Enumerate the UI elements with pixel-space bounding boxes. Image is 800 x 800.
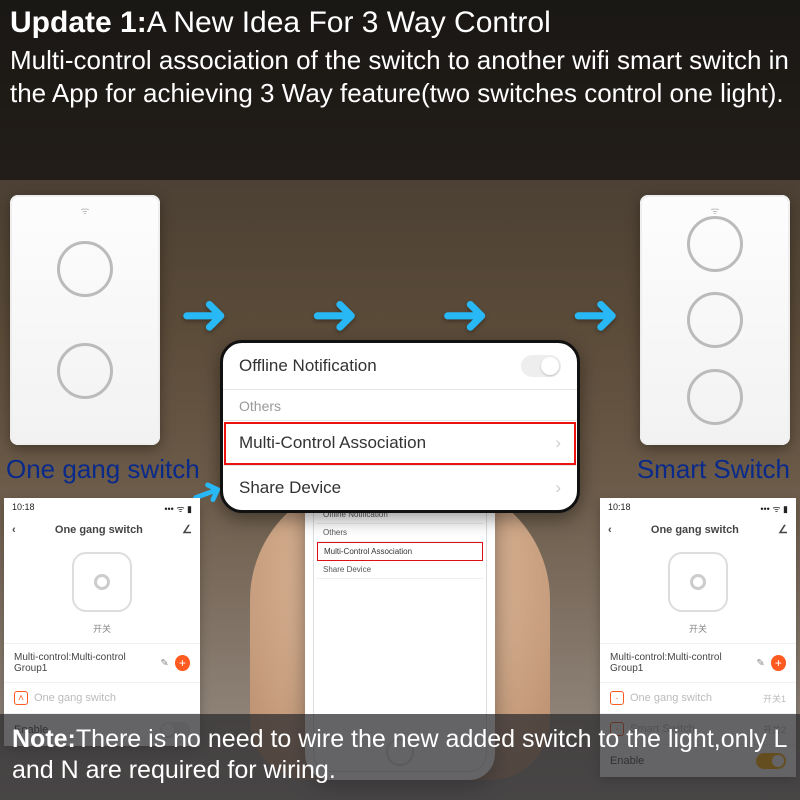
smart-switch-label: Smart Switch <box>637 454 790 485</box>
switch-button-1[interactable] <box>57 241 113 297</box>
status-icons: ••• ᯤ ▮ <box>164 502 192 515</box>
arrow-right-icon: ➜ <box>310 280 359 348</box>
app-title: One gang switch <box>651 524 739 536</box>
wifi-icon: ᯤ <box>710 203 719 217</box>
flow-arrows: ➜ ➜ ➜ ➜ <box>180 280 620 348</box>
arrow-right-icon: ➜ <box>571 280 620 348</box>
multi-control-association-row[interactable]: Multi-Control Association › <box>223 421 577 466</box>
note-text: There is no need to wire the new added s… <box>12 725 787 784</box>
pencil-icon[interactable]: ✎ <box>160 658 168 669</box>
mc-label: Multi-control:Multi-control Group1 <box>610 652 750 674</box>
status-time: 10:18 <box>12 502 35 515</box>
smart-switch-panel: ᯤ <box>640 195 790 445</box>
share-device-label: Share Device <box>239 478 341 498</box>
switch-button-3[interactable] <box>687 369 743 425</box>
box-icon[interactable]: · <box>610 691 624 705</box>
device-row-1[interactable]: ˄ One gang switch <box>4 682 200 713</box>
phone-status-bar: 10:18 ••• ᯤ ▮ <box>4 498 200 519</box>
subtitle: Multi-control association of the switch … <box>10 44 790 109</box>
app-screenshot-left: 10:18 ••• ᯤ ▮ ‹ One gang switch ∠ 开关 Mul… <box>4 498 200 746</box>
device-row-1-label: One gang switch <box>34 692 116 704</box>
edit-icon[interactable]: ∠ <box>778 523 788 536</box>
pencil-icon[interactable]: ✎ <box>756 658 764 669</box>
offline-toggle[interactable] <box>521 355 561 377</box>
header: Update 1:A New Idea For 3 Way Control Mu… <box>10 6 790 109</box>
note-prefix: Note: <box>12 725 76 753</box>
expand-icon[interactable]: ˄ <box>14 691 28 705</box>
phone-share-row[interactable]: Share Device <box>317 561 483 579</box>
chevron-right-icon: › <box>555 433 561 453</box>
switch-button-2[interactable] <box>687 292 743 348</box>
multi-control-label: Multi-Control Association <box>239 433 426 453</box>
add-button[interactable]: + <box>175 655 190 671</box>
phone-status-bar: 10:18 ••• ᯤ ▮ <box>600 498 796 519</box>
switch-button-2[interactable] <box>57 343 113 399</box>
back-icon[interactable]: ‹ <box>608 524 612 536</box>
app-title: One gang switch <box>55 524 143 536</box>
phone-others-section: Others <box>317 524 483 542</box>
device-row-1-label: One gang switch <box>630 692 712 704</box>
switch-button-1[interactable] <box>687 216 743 272</box>
offline-notification-row[interactable]: Offline Notification <box>223 343 577 390</box>
popup-pointer-icon <box>378 510 422 513</box>
device-row-1-suffix: 开关1 <box>763 692 786 705</box>
mc-label: Multi-control:Multi-control Group1 <box>14 652 154 674</box>
back-icon[interactable]: ‹ <box>12 524 16 536</box>
arrow-right-icon: ➜ <box>441 280 490 348</box>
status-time: 10:18 <box>608 502 631 515</box>
device-hero <box>4 546 200 622</box>
add-button[interactable]: + <box>771 655 786 671</box>
status-icons: ••• ᯤ ▮ <box>760 502 788 515</box>
phone-screen: alexa Google Assistant IFTTT Tmall Genie… <box>317 480 483 732</box>
others-section-label: Others <box>223 390 577 421</box>
device-row-1[interactable]: · One gang switch 开关1 <box>600 682 796 713</box>
title-prefix: Update 1: <box>10 6 147 39</box>
arrow-right-icon: ➜ <box>180 280 229 348</box>
device-button[interactable] <box>668 552 728 612</box>
multi-control-group-row[interactable]: Multi-control:Multi-control Group1 ✎ + <box>600 643 796 682</box>
edit-icon[interactable]: ∠ <box>182 523 192 536</box>
one-gang-switch-label: One gang switch <box>6 454 200 485</box>
settings-popup: Offline Notification Others Multi-Contro… <box>220 340 580 513</box>
device-hero-label: 开关 <box>4 622 200 643</box>
phone-multi-control-row[interactable]: Multi-Control Association <box>317 542 483 561</box>
device-hero-label: 开关 <box>600 622 796 643</box>
footer-note: Note:There is no need to wire the new ad… <box>0 714 800 800</box>
title-rest: A New Idea For 3 Way Control <box>147 6 551 39</box>
share-device-row[interactable]: Share Device › <box>223 466 577 510</box>
chevron-right-icon: › <box>555 478 561 498</box>
device-hero <box>600 546 796 622</box>
title: Update 1:A New Idea For 3 Way Control <box>10 6 790 40</box>
app-nav: ‹ One gang switch ∠ <box>600 519 796 546</box>
device-button[interactable] <box>72 552 132 612</box>
one-gang-switch-panel: ᯤ <box>10 195 160 445</box>
wifi-icon: ᯤ <box>80 203 89 217</box>
offline-notification-label: Offline Notification <box>239 356 377 376</box>
multi-control-group-row[interactable]: Multi-control:Multi-control Group1 ✎ + <box>4 643 200 682</box>
app-nav: ‹ One gang switch ∠ <box>4 519 200 546</box>
